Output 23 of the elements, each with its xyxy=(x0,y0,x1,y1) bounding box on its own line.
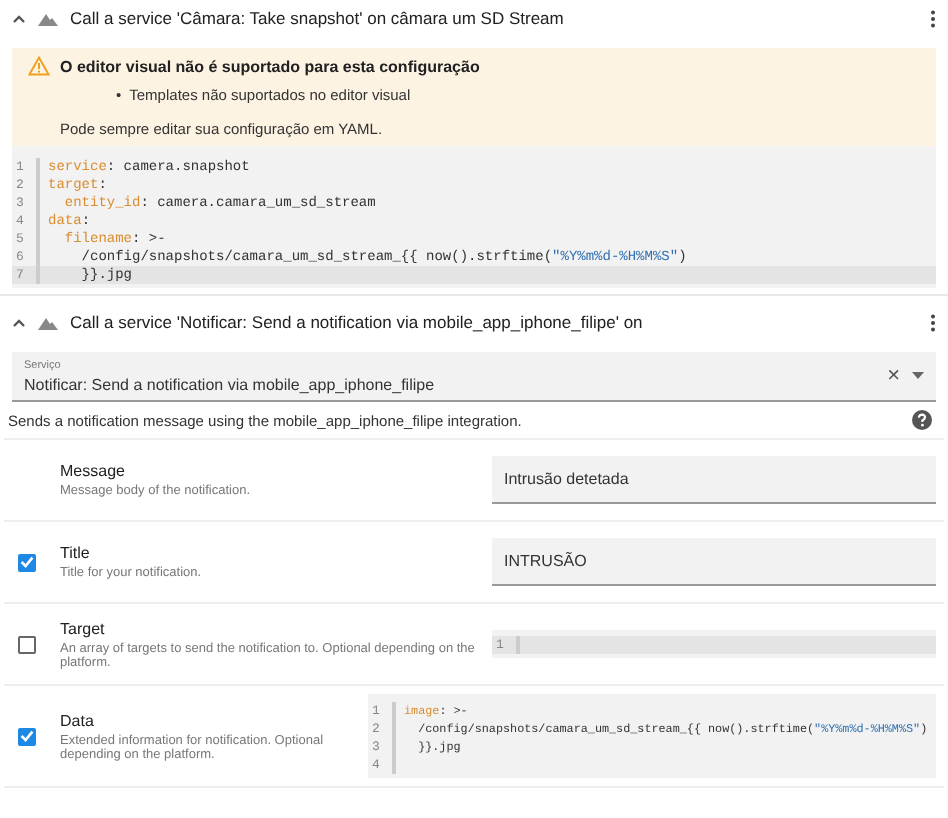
field-value: INTRUSÃO xyxy=(504,552,587,570)
mountain-icon xyxy=(38,11,58,25)
field-value: Notificar: Send a notification via mobile_app_iphone_filipe xyxy=(24,375,437,393)
action-title: Call a service 'Notificar: Send a notification via mobile_app_iphone_filipe' on xyxy=(70,312,645,332)
text-field[interactable]: Intrusão detetada xyxy=(492,456,936,504)
warning-icon xyxy=(28,56,50,76)
help-icon[interactable] xyxy=(912,410,932,430)
more-icon[interactable] xyxy=(930,9,936,27)
field-name: Message xyxy=(60,462,127,480)
mountain-icon xyxy=(38,315,58,329)
action-title: Call a service 'Câmara: Take snapshot' on câmara um SD Stream xyxy=(70,8,566,28)
chevron-up-icon[interactable] xyxy=(12,317,26,327)
warning-title: O editor visual não é suportado para esta configuração xyxy=(60,57,480,75)
checkbox[interactable] xyxy=(17,635,35,653)
field-name: Title xyxy=(60,544,92,562)
clear-icon[interactable]: × xyxy=(887,364,900,388)
field-name: Target xyxy=(60,619,107,637)
more-icon[interactable] xyxy=(930,313,936,331)
field-value: Intrusão detetada xyxy=(504,470,629,488)
chevron-up-icon[interactable] xyxy=(12,13,26,23)
dropdown-icon[interactable] xyxy=(912,372,924,380)
text-field[interactable]: INTRUSÃO xyxy=(492,538,936,586)
field-name: Data xyxy=(60,711,96,729)
